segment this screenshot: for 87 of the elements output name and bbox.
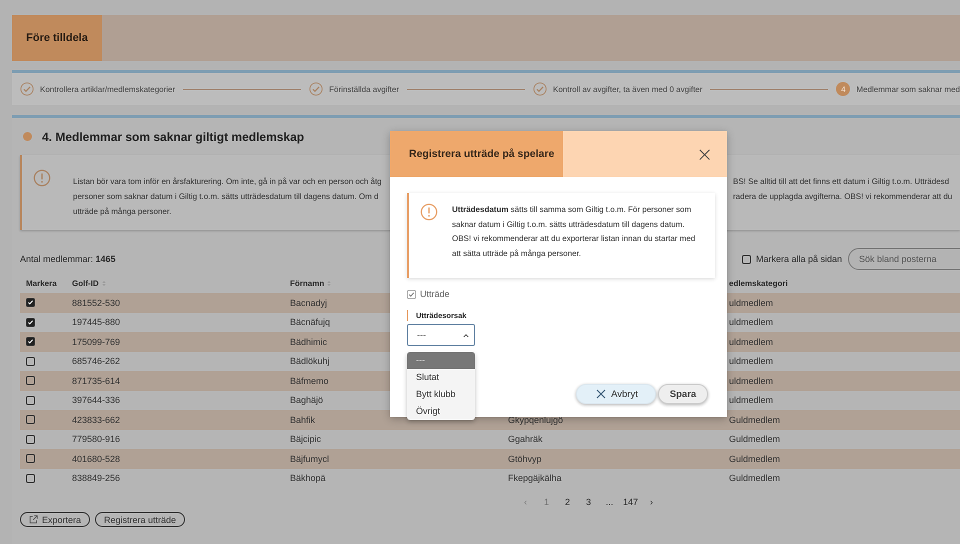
table-cell: Bäfmemo: [290, 376, 329, 386]
table-cell: 881552-530: [72, 298, 120, 308]
row-checkbox[interactable]: [26, 396, 35, 405]
row-checkbox[interactable]: [26, 356, 35, 366]
table-cell: Bahfik: [290, 414, 316, 425]
dropdown-option[interactable]: Övrigt: [407, 403, 475, 420]
warning-icon: [33, 169, 51, 187]
row-checkbox[interactable]: [26, 454, 35, 464]
column-header[interactable]: Förnamn: [290, 278, 324, 288]
status-dot: [23, 132, 32, 141]
table-cell: 779580-916: [72, 434, 120, 444]
table-cell: 197445-880: [72, 317, 120, 328]
step-label[interactable]: Kontrollera artiklar/medlemskategorier: [40, 84, 176, 94]
table-cell: uldmedlem: [729, 336, 774, 347]
search-field[interactable]: Sök bland posterna: [848, 248, 960, 270]
table-cell: 423833-662: [72, 414, 120, 425]
table-cell: Bacnadyj: [290, 298, 328, 308]
row-checkbox[interactable]: [26, 337, 35, 346]
table-cell: Bädhimic: [290, 336, 328, 347]
step-label[interactable]: Förinställda avgifter: [329, 84, 399, 94]
row-checkbox[interactable]: [26, 376, 35, 386]
table-cell: Bäcnäfujq: [290, 317, 330, 328]
info-text: radera de upplagda avgifterna. OBS! vi rekommenderar att du: [733, 191, 954, 203]
table-cell: Guldmedlem: [729, 434, 780, 444]
table-cell: 838849-256: [72, 473, 120, 484]
page-link[interactable]: 2: [557, 497, 578, 507]
table-cell: Baghäjö: [290, 395, 324, 406]
warning-icon: [420, 203, 438, 221]
dropdown-option[interactable]: Slutat: [407, 369, 475, 386]
table-cell: Gkypqenlujgö: [508, 414, 564, 425]
cancel-button[interactable]: Avbryt: [576, 384, 656, 404]
select-all-checkbox[interactable]: [742, 254, 751, 264]
row-checkbox[interactable]: [26, 434, 35, 444]
close-button[interactable]: ×: [692, 142, 717, 166]
row-checkbox[interactable]: [26, 318, 35, 327]
action-button[interactable]: Registrera utträde: [95, 512, 186, 527]
table-cell: 685746-262: [72, 356, 120, 366]
checkbox[interactable]: [407, 290, 416, 298]
table-cell: Bäjcipic: [290, 434, 322, 444]
table-cell: uldmedlem: [729, 356, 774, 366]
table-cell: Bäkhopä: [290, 473, 326, 484]
table-cell: Guldmedlem: [729, 414, 780, 425]
info-text: BS! Se alltid till att det finns ett datum i Giltig t.o.m. Utträdesd: [733, 176, 950, 188]
table-cell: uldmedlem: [729, 395, 774, 406]
caret-icon: [463, 332, 469, 338]
table-cell: Ggahräk: [508, 434, 543, 444]
table-cell: 175099-769: [72, 336, 120, 347]
column-header[interactable]: Golf-ID: [72, 278, 99, 288]
modal-title: Registrera utträde på spelare: [390, 131, 563, 177]
table-cell: Guldmedlem: [729, 473, 780, 484]
row-checkbox[interactable]: [26, 415, 35, 424]
row-checkbox[interactable]: [26, 298, 35, 308]
column-header[interactable]: edlemskategori: [729, 278, 788, 288]
close-icon: [596, 389, 606, 399]
table-cell: uldmedlem: [729, 317, 774, 328]
table-cell: 397644-336: [72, 395, 120, 406]
table-cell: uldmedlem: [729, 298, 774, 308]
info-text: Listan bör vara tom inför en årsfakturering. Om inte, gå in på var och en person och åtg: [73, 176, 383, 188]
page-title: Före tilldela: [12, 15, 102, 61]
page-link[interactable]: 147: [620, 497, 641, 507]
table-cell: Guldmedlem: [729, 454, 780, 464]
select-all-label[interactable]: Markera alla på sidan: [756, 254, 842, 264]
step-label[interactable]: Kontroll av avgifter, ta även med 0 avgifter: [552, 84, 702, 94]
step-number: 4: [836, 82, 850, 96]
section-title: 4. Medlemmar som saknar giltigt medlemskap: [42, 130, 304, 144]
save-button[interactable]: Spara: [658, 384, 708, 404]
table-cell: 401680-528: [72, 454, 120, 464]
table-cell: Fkepgäjkälha: [508, 473, 562, 484]
reason-select[interactable]: ---: [407, 324, 475, 346]
page-link[interactable]: ...: [599, 497, 620, 507]
info-text: personer som saknar datum i Giltig t.o.m. sätts utträdesdatum till dagens datum. Om d: [73, 191, 380, 203]
table-cell: Bädlökuhj: [290, 356, 330, 366]
step-label[interactable]: Medlemmar som saknar med: [856, 84, 960, 94]
row-checkbox[interactable]: [26, 474, 35, 483]
next-page[interactable]: ›: [641, 497, 662, 507]
checkbox-label[interactable]: Utträde: [420, 289, 450, 299]
action-button[interactable]: Exportera: [20, 512, 90, 527]
table-cell: uldmedlem: [729, 376, 774, 386]
table-cell: Bäjfumycl: [290, 454, 330, 464]
member-count: Antal medlemmar: 1465: [20, 254, 116, 264]
column-header[interactable]: Markera: [26, 278, 57, 288]
table-cell: 871735-614: [72, 376, 120, 386]
dropdown-option[interactable]: Bytt klubb: [407, 386, 475, 403]
info-text: Utträdesdatum sätts till samma som Giltig t.o.m. För personer som saknar datum i Giltig t.o.m. sätts utträdesdatum till dagens datum. OBS! vi rekommenderar att du exporterar listan innan du startar med att sätta utträde på många personer.: [452, 204, 696, 260]
page-link[interactable]: 3: [578, 497, 599, 507]
info-text: utträde på många personer.: [73, 206, 172, 218]
table-cell: Gtöhvyp: [508, 454, 542, 464]
